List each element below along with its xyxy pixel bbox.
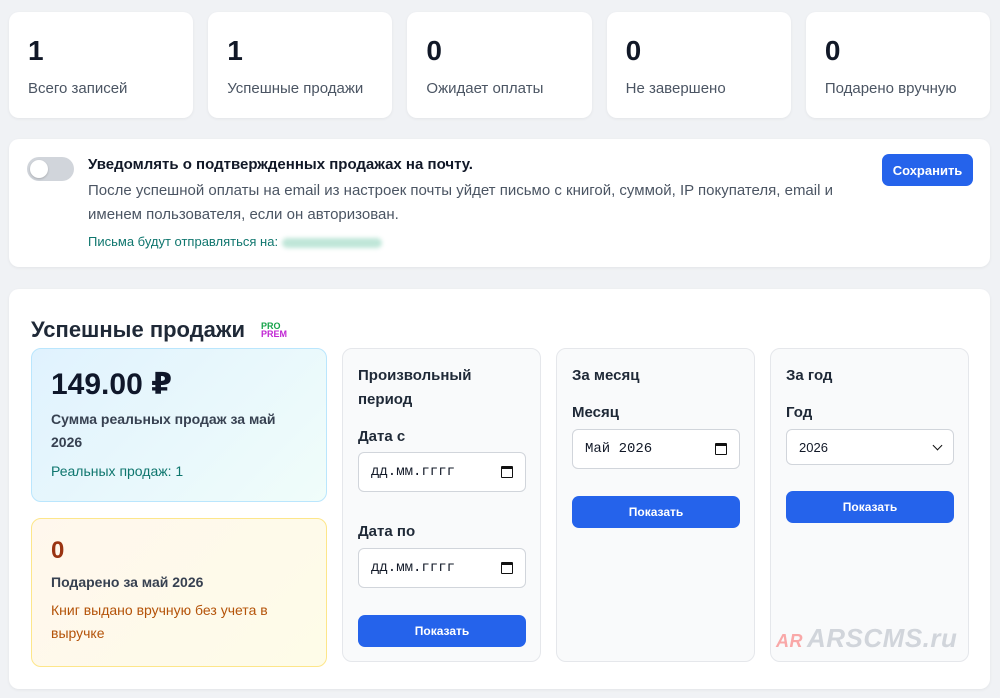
month-period-title: За месяц xyxy=(572,367,640,384)
date-from-input[interactable]: дд.мм.гггг xyxy=(358,452,526,492)
stat-label: Подарено вручную xyxy=(824,80,957,97)
year-period-title: За год xyxy=(786,367,833,384)
stat-value: 1 xyxy=(227,35,243,66)
stat-card-pending: 0 Ожидает оплаты xyxy=(407,12,592,118)
sales-count: Реальных продаж: 1 xyxy=(51,463,184,479)
watermark: AR ARSCMS.ru xyxy=(776,623,957,654)
stat-label: Всего записей xyxy=(28,80,128,97)
section-title: Успешные продажи xyxy=(31,317,246,342)
gifted-count: 0 xyxy=(51,537,65,564)
stat-value: 0 xyxy=(625,35,642,66)
custom-period-show-button[interactable]: Показать xyxy=(358,615,526,647)
notify-description: После успешной оплаты на email из настро… xyxy=(88,182,833,223)
watermark-logo: AR xyxy=(776,631,803,651)
gifted-card: 0 Подарено за май 2026 Книг выдано вручн… xyxy=(31,518,327,667)
stat-label: Не завершено xyxy=(625,80,726,97)
stat-label: Успешные продажи xyxy=(227,80,364,97)
stat-card-incomplete: 0 Не завершено xyxy=(606,12,791,118)
year-period-card: За год Год 2026 Показать xyxy=(770,348,969,662)
month-input[interactable]: Май 2026 xyxy=(572,429,740,469)
calendar-icon[interactable] xyxy=(501,466,513,478)
date-from-label: Дата с xyxy=(358,428,406,445)
stat-value: 1 xyxy=(28,35,44,66)
notify-email-line: Письма будут отправляться на: xyxy=(88,234,383,249)
watermark-text: ARSCMS.ru xyxy=(807,623,958,653)
notify-toggle[interactable] xyxy=(27,157,74,181)
stat-card-gifted: 0 Подарено вручную xyxy=(805,12,991,118)
pro-prem-badge: PRO PREM xyxy=(261,321,288,339)
save-button[interactable]: Сохранить xyxy=(882,154,973,186)
sales-amount: 149.00 ₽ xyxy=(51,368,172,401)
gifted-subtitle: Книг выдано вручную без учета в выручке xyxy=(51,602,268,641)
notify-title: Уведомлять о подтвержденных продажах на … xyxy=(88,156,473,173)
calendar-icon[interactable] xyxy=(501,562,513,574)
stat-label: Ожидает оплаты xyxy=(426,80,544,97)
stat-card-successful: 1 Успешные продажи xyxy=(208,12,393,118)
year-show-button[interactable]: Показать xyxy=(786,491,954,523)
month-show-button[interactable]: Показать xyxy=(572,496,740,528)
notify-panel: Уведомлять о подтвержденных продажах на … xyxy=(9,139,990,267)
stat-value: 0 xyxy=(426,35,442,66)
stat-value: 0 xyxy=(824,35,841,66)
custom-period-title: Произвольный период xyxy=(358,367,472,408)
chevron-down-icon xyxy=(932,440,943,450)
notify-email-label: Письма будут отправляться на: xyxy=(88,234,279,249)
date-to-input[interactable]: дд.мм.гггг xyxy=(358,548,526,588)
custom-period-card: Произвольный период Дата с дд.мм.гггг Да… xyxy=(342,348,541,662)
month-period-card: За месяц Месяц Май 2026 Показать xyxy=(556,348,755,662)
date-to-label: Дата по xyxy=(358,523,416,540)
calendar-icon[interactable] xyxy=(715,443,727,455)
year-label: Год xyxy=(786,404,813,421)
gifted-title: Подарено за май 2026 xyxy=(51,574,204,590)
sales-sum-card: 149.00 ₽ Сумма реальных продаж за май 20… xyxy=(31,348,327,502)
year-select[interactable]: 2026 xyxy=(786,429,954,465)
blurred-email xyxy=(282,237,383,248)
sales-sum-title: Сумма реальных продаж за май 2026 xyxy=(51,411,276,450)
stat-card-total: 1 Всего записей xyxy=(9,12,194,118)
stats-row: 1 Всего записей 1 Успешные продажи 0 Ожи… xyxy=(9,12,991,118)
month-label: Месяц xyxy=(572,404,619,421)
toggle-knob xyxy=(30,160,48,178)
